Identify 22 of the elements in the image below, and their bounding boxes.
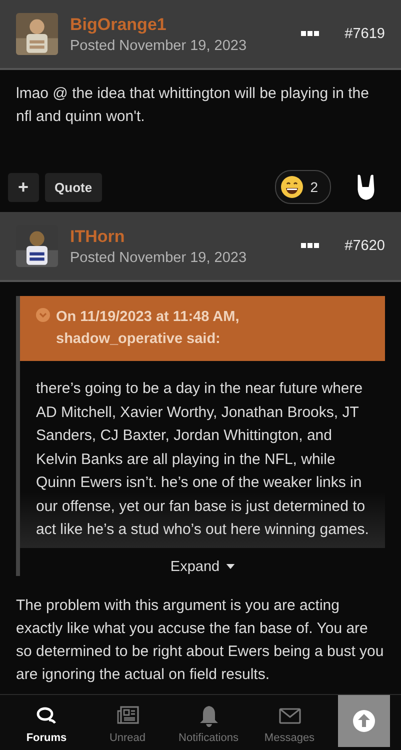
- laughing-emoji-icon: [280, 175, 304, 199]
- rock-hand-icon[interactable]: [355, 172, 377, 202]
- post-number[interactable]: #7620: [344, 238, 385, 254]
- expand-button[interactable]: Expand: [164, 558, 241, 576]
- nav-tab[interactable]: Unread: [87, 694, 168, 750]
- post-date: Posted November 19, 2023: [70, 250, 248, 266]
- post-date: Posted November 19, 2023: [70, 38, 248, 54]
- caret-icon: [226, 564, 235, 569]
- nav-tab[interactable]: Forums: [6, 694, 87, 750]
- quote-citation: On 11/19/2023 at 11:48 AM, shadow_operative said:: [56, 308, 240, 349]
- scroll-top-button[interactable]: [338, 694, 390, 746]
- plus-button[interactable]: +: [8, 172, 39, 202]
- quote-button[interactable]: Quote: [44, 172, 102, 202]
- post-text: The problem with this argument is you are acting exactly like what you accuse the fan base of. You are so determined to be right about Ewers being a bust you are ignoring the actual on field results.: [16, 596, 385, 684]
- nav-tab[interactable]: Notifications: [168, 694, 249, 750]
- nav-tab[interactable]: Messages: [249, 694, 330, 750]
- post-text: lmao @ the idea that whittington will be playing in the nfl and quinn won't.: [16, 84, 370, 127]
- arrow-up-icon: [352, 708, 376, 732]
- more-icon[interactable]: [300, 243, 319, 249]
- post-number[interactable]: #7619: [344, 26, 385, 42]
- reaction-button[interactable]: 2: [275, 170, 331, 204]
- more-icon[interactable]: [300, 31, 319, 37]
